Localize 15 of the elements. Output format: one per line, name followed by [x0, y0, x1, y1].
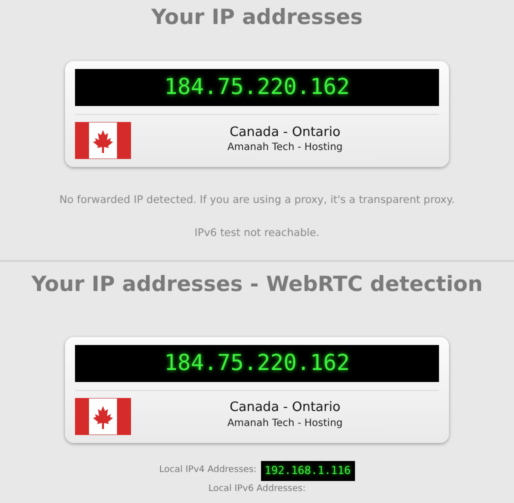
ip-address-display: 184.75.220.162	[75, 69, 439, 106]
section-title: Your IP addresses	[150, 7, 364, 28]
address-label: Local IPv6 Addresses:	[208, 483, 306, 496]
flag-icon	[75, 122, 131, 159]
address-label: Local IPv4 Addresses:	[159, 464, 257, 477]
isp-text: Amanah Tech - Hosting	[226, 416, 344, 431]
section-title: Your IP addresses - WebRTC detection	[30, 274, 484, 294]
location-text: Canada - Ontario	[228, 401, 342, 416]
info-text: IPv6 test not reachable.	[194, 226, 320, 241]
info-text: No forwarded IP detected. If you are using a proxy, it's a transparent proxy.	[58, 193, 456, 208]
flag-icon	[75, 398, 131, 434]
local-ip-display: 192.168.1.116	[260, 460, 355, 481]
location-text: Canada - Ontario	[228, 126, 342, 140]
isp-text: Amanah Tech - Hosting	[226, 141, 344, 156]
ip-address-display: 184.75.220.162	[75, 344, 439, 382]
